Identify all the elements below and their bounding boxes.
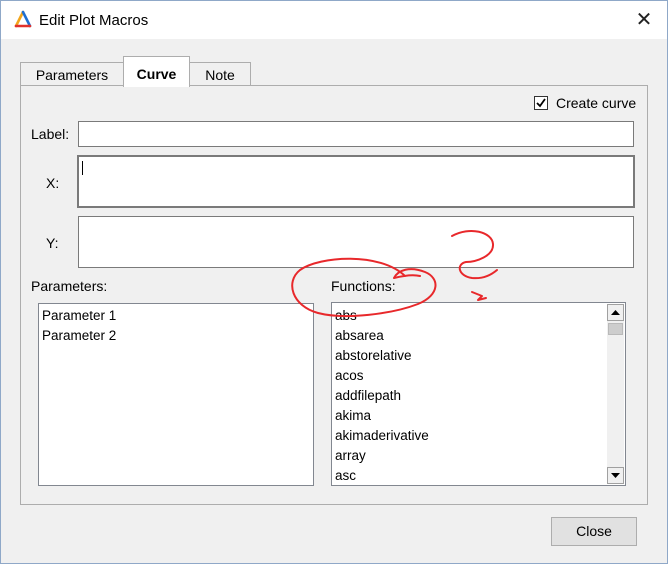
tab-curve[interactable]: Curve	[123, 56, 190, 87]
y-expression-field[interactable]	[78, 216, 634, 268]
x-caption: X:	[46, 175, 60, 191]
y-caption: Y:	[46, 235, 59, 251]
create-curve-label: Create curve	[556, 95, 637, 111]
close-icon: ✕	[635, 9, 653, 31]
close-button[interactable]: Close	[551, 517, 637, 546]
list-item[interactable]: abstorelative	[335, 348, 412, 363]
scroll-down-button[interactable]	[607, 467, 624, 484]
list-item[interactable]: absarea	[335, 328, 384, 343]
title-bar: Edit Plot Macros ✕	[1, 1, 667, 39]
list-item[interactable]: akima	[335, 408, 371, 423]
arrow-up-icon	[611, 310, 620, 315]
list-item[interactable]: addfilepath	[335, 388, 401, 403]
functions-list[interactable]: abs absarea abstorelative acos addfilepa…	[331, 302, 626, 486]
list-item[interactable]: akimaderivative	[335, 428, 429, 443]
list-item[interactable]: Parameter 1	[42, 308, 116, 323]
list-item[interactable]: abs	[335, 308, 357, 323]
list-item[interactable]: Parameter 2	[42, 328, 116, 343]
functions-scrollbar[interactable]	[607, 304, 624, 484]
window-title: Edit Plot Macros	[39, 12, 149, 29]
window-close-button[interactable]: ✕	[621, 1, 667, 39]
text-caret	[82, 161, 83, 175]
parameters-heading: Parameters:	[31, 278, 108, 294]
label-input[interactable]	[78, 121, 634, 147]
tab-note[interactable]: Note	[189, 62, 251, 85]
scroll-up-button[interactable]	[607, 304, 624, 321]
arrow-down-icon	[611, 473, 620, 478]
scrollbar-thumb[interactable]	[608, 323, 623, 335]
functions-heading: Functions:	[331, 278, 396, 294]
app-logo-icon	[13, 10, 33, 30]
list-item[interactable]: array	[335, 448, 366, 463]
parameters-list[interactable]: Parameter 1 Parameter 2	[38, 303, 314, 486]
checkmark-icon	[536, 98, 546, 108]
x-expression-field[interactable]	[77, 155, 635, 208]
checkbox-box[interactable]	[534, 96, 548, 110]
list-item[interactable]: acos	[335, 368, 364, 383]
tab-parameters[interactable]: Parameters	[20, 62, 124, 85]
list-item[interactable]: asc	[335, 468, 356, 483]
label-caption: Label:	[31, 126, 70, 142]
